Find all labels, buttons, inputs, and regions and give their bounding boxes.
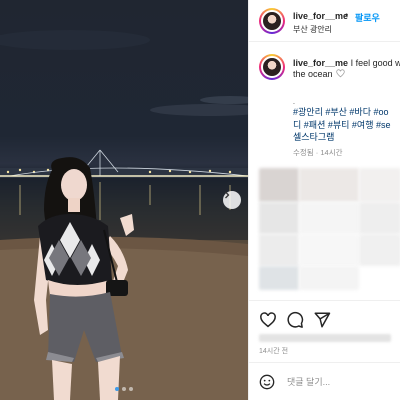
caption-avatar[interactable] (259, 54, 285, 80)
caption-text-2: the ocean (293, 69, 333, 79)
carousel-dot (122, 387, 126, 391)
heart-icon[interactable] (259, 311, 277, 329)
likes-count-blurred (259, 334, 391, 342)
photo-scene (0, 30, 248, 400)
comment-input[interactable] (287, 373, 397, 391)
header-username[interactable]: live_for__me (293, 11, 348, 21)
hashtags: . #광안리 #부산 #바다 #oo 디 #패션 #뷰티 #여행 #se 셀스타그… (293, 99, 391, 144)
white-heart-icon (336, 69, 345, 78)
hashtag-line[interactable]: 디 #패션 #뷰티 #여행 #se (293, 120, 391, 130)
location-link[interactable]: 부산 광안리 (293, 24, 332, 35)
edited-time: 수정됨 · 14시간 (293, 148, 343, 157)
action-bar (249, 300, 400, 338)
post-photo[interactable] (0, 0, 248, 400)
carousel-indicator (0, 387, 248, 391)
caption-username[interactable]: live_for__me (293, 58, 348, 68)
chevron-right-icon (225, 191, 230, 199)
comment-icon[interactable] (286, 311, 304, 329)
comment-bar (249, 362, 400, 400)
caption-line-2: the ocean (293, 69, 345, 79)
carousel-dot (129, 387, 133, 391)
hashtag-line[interactable]: #광안리 #부산 #바다 #oo (293, 107, 389, 117)
carousel-dot-active (115, 387, 119, 391)
post-header: live_for__me • 팔로우 부산 광안리 (249, 0, 400, 42)
comment-list-blurred (259, 168, 400, 292)
post-time: 14시간 전 (259, 348, 289, 355)
avatar[interactable] (259, 8, 285, 34)
emoji-icon[interactable] (259, 374, 275, 390)
caption-dot: . (293, 99, 295, 106)
caption-text: I feel good w (350, 58, 400, 68)
post-side-panel: live_for__me • 팔로우 부산 광안리 live_for__me I… (248, 0, 400, 400)
carousel-next-button[interactable] (223, 191, 241, 209)
share-icon[interactable] (313, 311, 331, 329)
follow-button[interactable]: 팔로우 (355, 11, 380, 24)
header-separator: • (345, 10, 349, 20)
hashtag-line[interactable]: 셀스타그램 (293, 132, 334, 142)
